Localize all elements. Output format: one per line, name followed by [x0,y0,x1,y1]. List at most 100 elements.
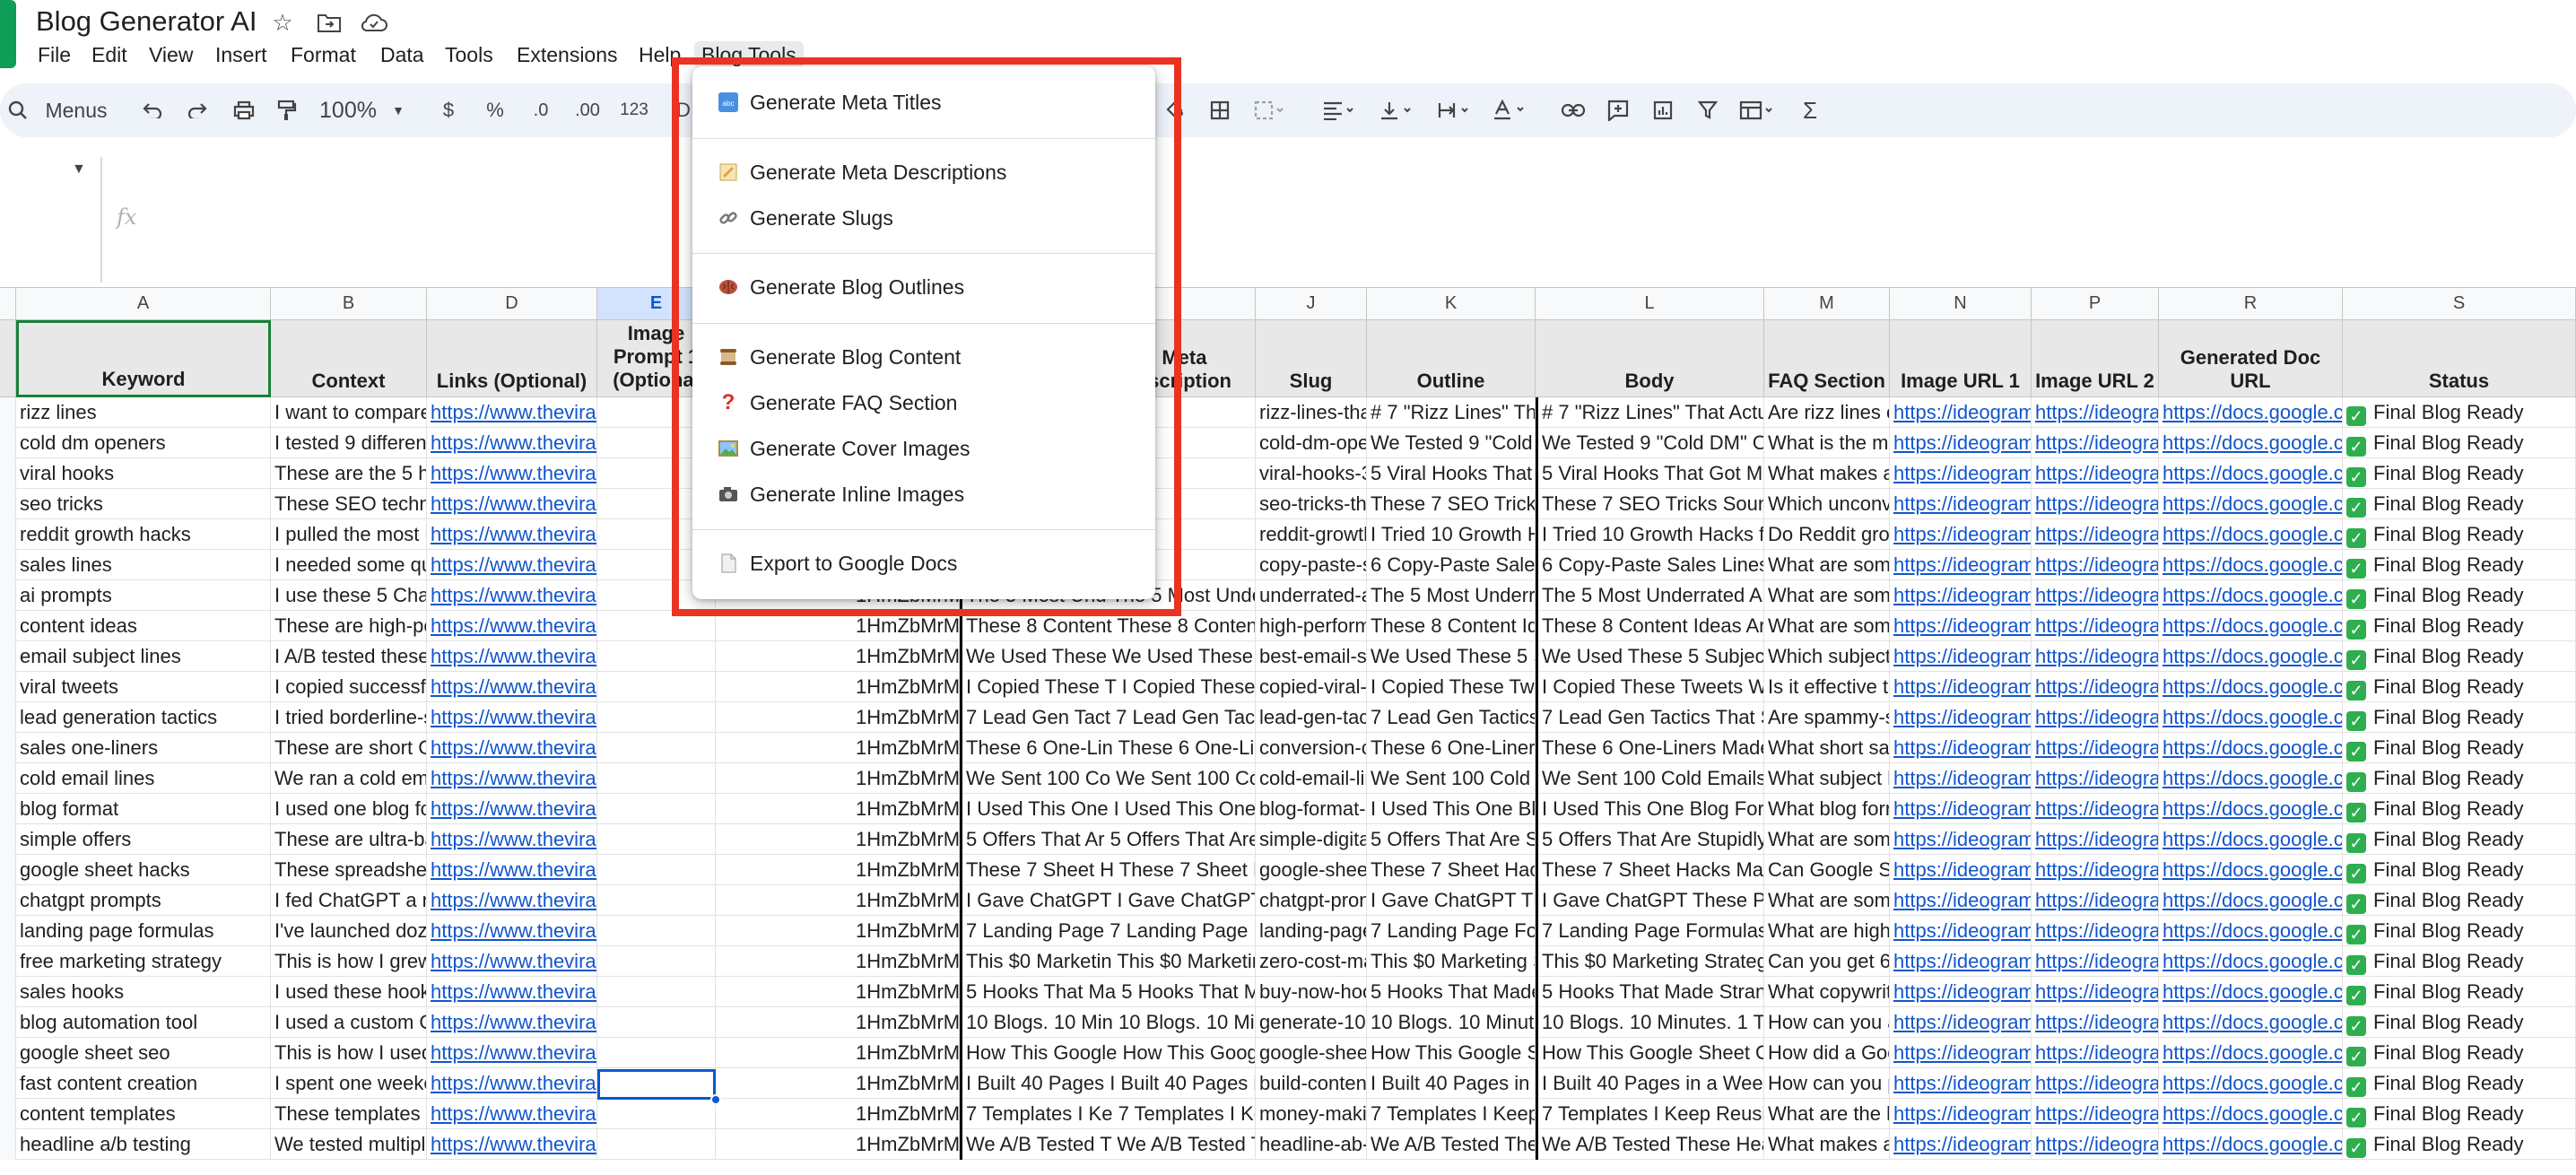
cell-faq[interactable]: What are high [1764,916,1890,946]
cell-links[interactable]: https://www.theviral [427,794,597,824]
number-format-icon[interactable]: 123 [612,83,657,137]
cell-links[interactable]: https://www.theviral [427,855,597,885]
header-links[interactable]: Links (Optional) [427,320,597,397]
cell-outline[interactable]: These 8 Content Id [1367,611,1536,641]
row-header[interactable] [0,733,16,763]
header-status[interactable]: Status [2343,320,2576,397]
cell-doc-id[interactable]: 1HmZbMrM [852,824,960,855]
column-header-d[interactable]: D [427,288,597,320]
cell-links[interactable]: https://www.theviral [427,946,597,977]
cell-image-url-2[interactable]: https://ideogra [2032,580,2159,611]
cell-status[interactable]: ✓ Final Blog Ready [2343,428,2576,458]
cell-doc-id[interactable]: 1HmZbMrM [852,885,960,916]
cell-image-url-2[interactable]: https://ideogra [2032,611,2159,641]
cell-body[interactable]: These 7 Sheet Hacks Mac [1536,855,1764,885]
cell-faq[interactable]: Which subject [1764,641,1890,672]
row-header[interactable] [0,946,16,977]
row-header[interactable] [0,519,16,550]
cell-status[interactable]: ✓ Final Blog Ready [2343,641,2576,672]
menu-file[interactable]: File [38,41,71,68]
cell-doc-url[interactable]: https://docs.google.co [2159,428,2343,458]
row-header[interactable] [0,977,16,1007]
column-header-j[interactable]: J [1256,288,1367,320]
cell-keyword[interactable]: content ideas [16,611,271,641]
row-header[interactable] [0,672,16,702]
row-header[interactable] [0,489,16,519]
cell-status[interactable]: ✓ Final Blog Ready [2343,733,2576,763]
cell-context[interactable]: I used one blog fo [271,794,427,824]
cell-links[interactable]: https://www.theviral [427,611,597,641]
cell-image-url-2[interactable]: https://ideogra [2032,428,2159,458]
filter-icon[interactable] [1690,83,1726,137]
cell-slug[interactable]: underrated-a [1256,580,1367,611]
cell-meta[interactable]: We Used These We Used These 5 [960,641,1256,672]
cell-context[interactable]: I've launched doz [271,916,427,946]
cell-body[interactable]: I Tried 10 Growth Hacks fr [1536,519,1764,550]
cell-doc-url[interactable]: https://docs.google.co [2159,885,2343,916]
cell-image-url-1[interactable]: https://ideogram [1890,702,2032,733]
cell-body[interactable]: # 7 "Rizz Lines" That Actu [1536,397,1764,428]
cell-links[interactable]: https://www.theviral [427,1038,597,1068]
cell-doc-url[interactable]: https://docs.google.co [2159,672,2343,702]
cell-keyword[interactable]: fast content creation [16,1068,271,1099]
cell-slug[interactable]: cold-dm-ope [1256,428,1367,458]
cell-faq[interactable]: Do Reddit gro [1764,519,1890,550]
cell-keyword[interactable]: google sheet hacks [16,855,271,885]
percent-icon[interactable]: % [475,83,515,137]
cell-body[interactable]: The 5 Most Underrated AI [1536,580,1764,611]
cell-image-url-2[interactable]: https://ideogra [2032,763,2159,794]
cell-outline[interactable]: 7 Templates I Keep [1367,1099,1536,1129]
cell-image-url-2[interactable]: https://ideogra [2032,519,2159,550]
row-header[interactable] [0,702,16,733]
paint-format-icon[interactable] [269,83,305,137]
cell-keyword[interactable]: sales one-liners [16,733,271,763]
cell-slug[interactable]: blog-format-t [1256,794,1367,824]
cell-keyword[interactable]: sales lines [16,550,271,580]
increase-decimal-icon[interactable]: .00 [565,83,610,137]
cell-keyword[interactable]: content templates [16,1099,271,1129]
cell-keyword[interactable]: cold dm openers [16,428,271,458]
cell-links[interactable]: https://www.theviral [427,641,597,672]
cell-image-prompt[interactable] [597,916,716,946]
cell-slug[interactable]: google-shee [1256,1038,1367,1068]
cell-doc-url[interactable]: https://docs.google.co [2159,611,2343,641]
row-header[interactable] [0,824,16,855]
cell-status[interactable]: ✓ Final Blog Ready [2343,672,2576,702]
cell-body[interactable]: 5 Hooks That Made Strang [1536,977,1764,1007]
cell-image-prompt[interactable] [597,763,716,794]
cell-image-url-1[interactable]: https://ideogram [1890,824,2032,855]
cell-image-url-2[interactable]: https://ideogra [2032,1038,2159,1068]
select-all-corner[interactable] [0,288,16,320]
cell-image-prompt[interactable] [597,702,716,733]
cell-doc-id[interactable]: 1HmZbMrM [852,702,960,733]
menu-extensions[interactable]: Extensions [517,41,618,68]
cell-faq[interactable]: Which unconv [1764,489,1890,519]
cell-meta[interactable]: 5 Hooks That Ma 5 Hooks That Ma [960,977,1256,1007]
cell-links[interactable]: https://www.theviral [427,672,597,702]
cell-slug[interactable]: reddit-growth [1256,519,1367,550]
cell-faq[interactable]: What subject l [1764,763,1890,794]
functions-icon[interactable]: Σ [1792,83,1828,137]
cell-outline[interactable]: These 7 SEO Tricks [1367,489,1536,519]
cell-doc-url[interactable]: https://docs.google.co [2159,580,2343,611]
insert-chart-icon[interactable] [1645,83,1681,137]
cell-slug[interactable]: money-makir [1256,1099,1367,1129]
borders-icon[interactable] [1202,83,1238,137]
text-rotation-icon[interactable] [1485,83,1534,137]
selected-cell[interactable] [597,1069,716,1100]
cell-doc-id[interactable]: 1HmZbMrM [852,1038,960,1068]
cell-context[interactable]: We ran a cold em [271,763,427,794]
cell-slug[interactable]: conversion-c [1256,733,1367,763]
cell-outline[interactable]: 10 Blogs. 10 Minute [1367,1007,1536,1038]
cell-keyword[interactable]: blog automation tool [16,1007,271,1038]
row-header[interactable] [0,1038,16,1068]
cell-outline[interactable]: I Built 40 Pages in a [1367,1068,1536,1099]
cell-doc-url[interactable]: https://docs.google.co [2159,763,2343,794]
cell-meta[interactable]: 5 Offers That Ar 5 Offers That Are [960,824,1256,855]
cell-faq[interactable]: What copywrit [1764,977,1890,1007]
cell-slug[interactable]: google-shee [1256,855,1367,885]
cell-image-url-2[interactable]: https://ideogra [2032,458,2159,489]
cell-image-url-2[interactable]: https://ideogra [2032,916,2159,946]
cell-context[interactable]: I A/B tested these [271,641,427,672]
cell-faq[interactable]: Are rizz lines c [1764,397,1890,428]
